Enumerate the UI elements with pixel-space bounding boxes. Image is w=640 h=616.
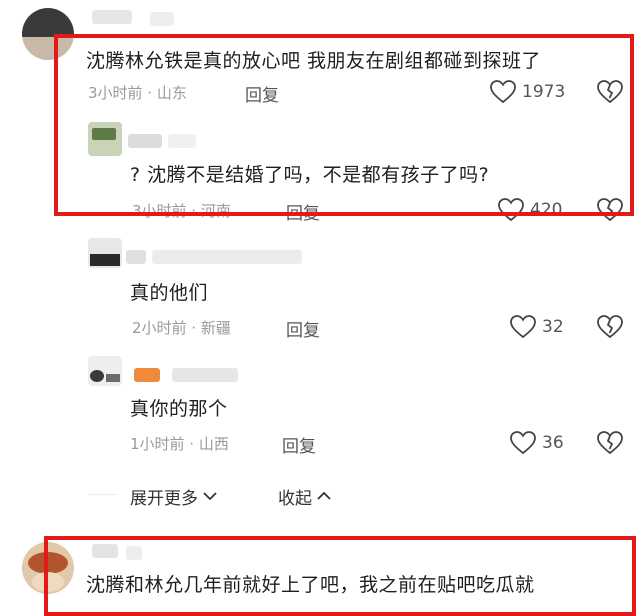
broken-heart-icon [597,80,623,104]
avatar[interactable] [22,8,74,60]
expand-more-label: 展开更多 [130,489,198,509]
username-blurred [126,546,142,560]
dislike-button[interactable] [597,198,623,222]
like-count: 32 [542,317,564,337]
reply-button[interactable]: 回复 [286,316,320,341]
reply-button[interactable]: 回复 [286,199,320,224]
avatar[interactable] [88,356,122,386]
comment-text: 真的他们 [130,282,209,304]
chevron-down-icon [202,487,218,507]
comment-time-location: 3小时前 · 河南 [132,202,231,220]
like-count: 36 [542,433,564,453]
heart-icon [510,431,536,455]
dislike-button[interactable] [597,315,623,339]
username-blurred [152,250,302,264]
broken-heart-icon [597,431,623,455]
expand-more-button[interactable]: 展开更多 [130,484,218,509]
like-count: 420 [530,200,563,220]
comment-text: 沈腾林允铁是真的放心吧 我朋友在剧组都碰到探班了 [86,50,542,72]
like-button[interactable]: 36 [510,431,564,455]
username-blurred[interactable] [126,250,146,264]
reply-button[interactable]: 回复 [282,432,316,457]
reply-button[interactable]: 回复 [245,81,279,106]
dislike-button[interactable] [597,431,623,455]
comment-time-location: 2小时前 · 新疆 [132,319,231,337]
comment-text: 真你的那个 [130,398,228,420]
heart-icon [510,315,536,339]
broken-heart-icon [597,315,623,339]
avatar[interactable] [22,542,74,594]
username-blurred[interactable] [134,368,160,382]
like-button[interactable]: 420 [498,198,562,222]
username-blurred[interactable] [92,10,132,24]
thread-divider [88,494,118,495]
username-blurred [168,134,196,148]
chevron-up-icon [316,487,332,507]
collapse-label: 收起 [278,489,312,509]
username-blurred[interactable] [128,134,162,148]
broken-heart-icon [597,198,623,222]
collapse-button[interactable]: 收起 [278,484,332,509]
avatar[interactable] [88,238,122,268]
comment-text: 沈腾和林允几年前就好上了吧，我之前在贴吧吃瓜就 [86,574,535,596]
comment-time-location: 1小时前 · 山西 [130,435,229,453]
like-button[interactable]: 1973 [490,80,565,104]
heart-icon [498,198,524,222]
avatar[interactable] [88,122,122,156]
username-blurred [150,12,174,26]
comment-time-location: 3小时前 · 山东 [88,84,187,102]
comment-text: ? 沈腾不是结婚了吗，不是都有孩子了吗? [130,164,490,186]
like-count: 1973 [522,82,566,102]
heart-icon [490,80,516,104]
username-blurred[interactable] [92,544,118,558]
dislike-button[interactable] [597,80,623,104]
username-blurred [172,368,238,382]
like-button[interactable]: 32 [510,315,564,339]
